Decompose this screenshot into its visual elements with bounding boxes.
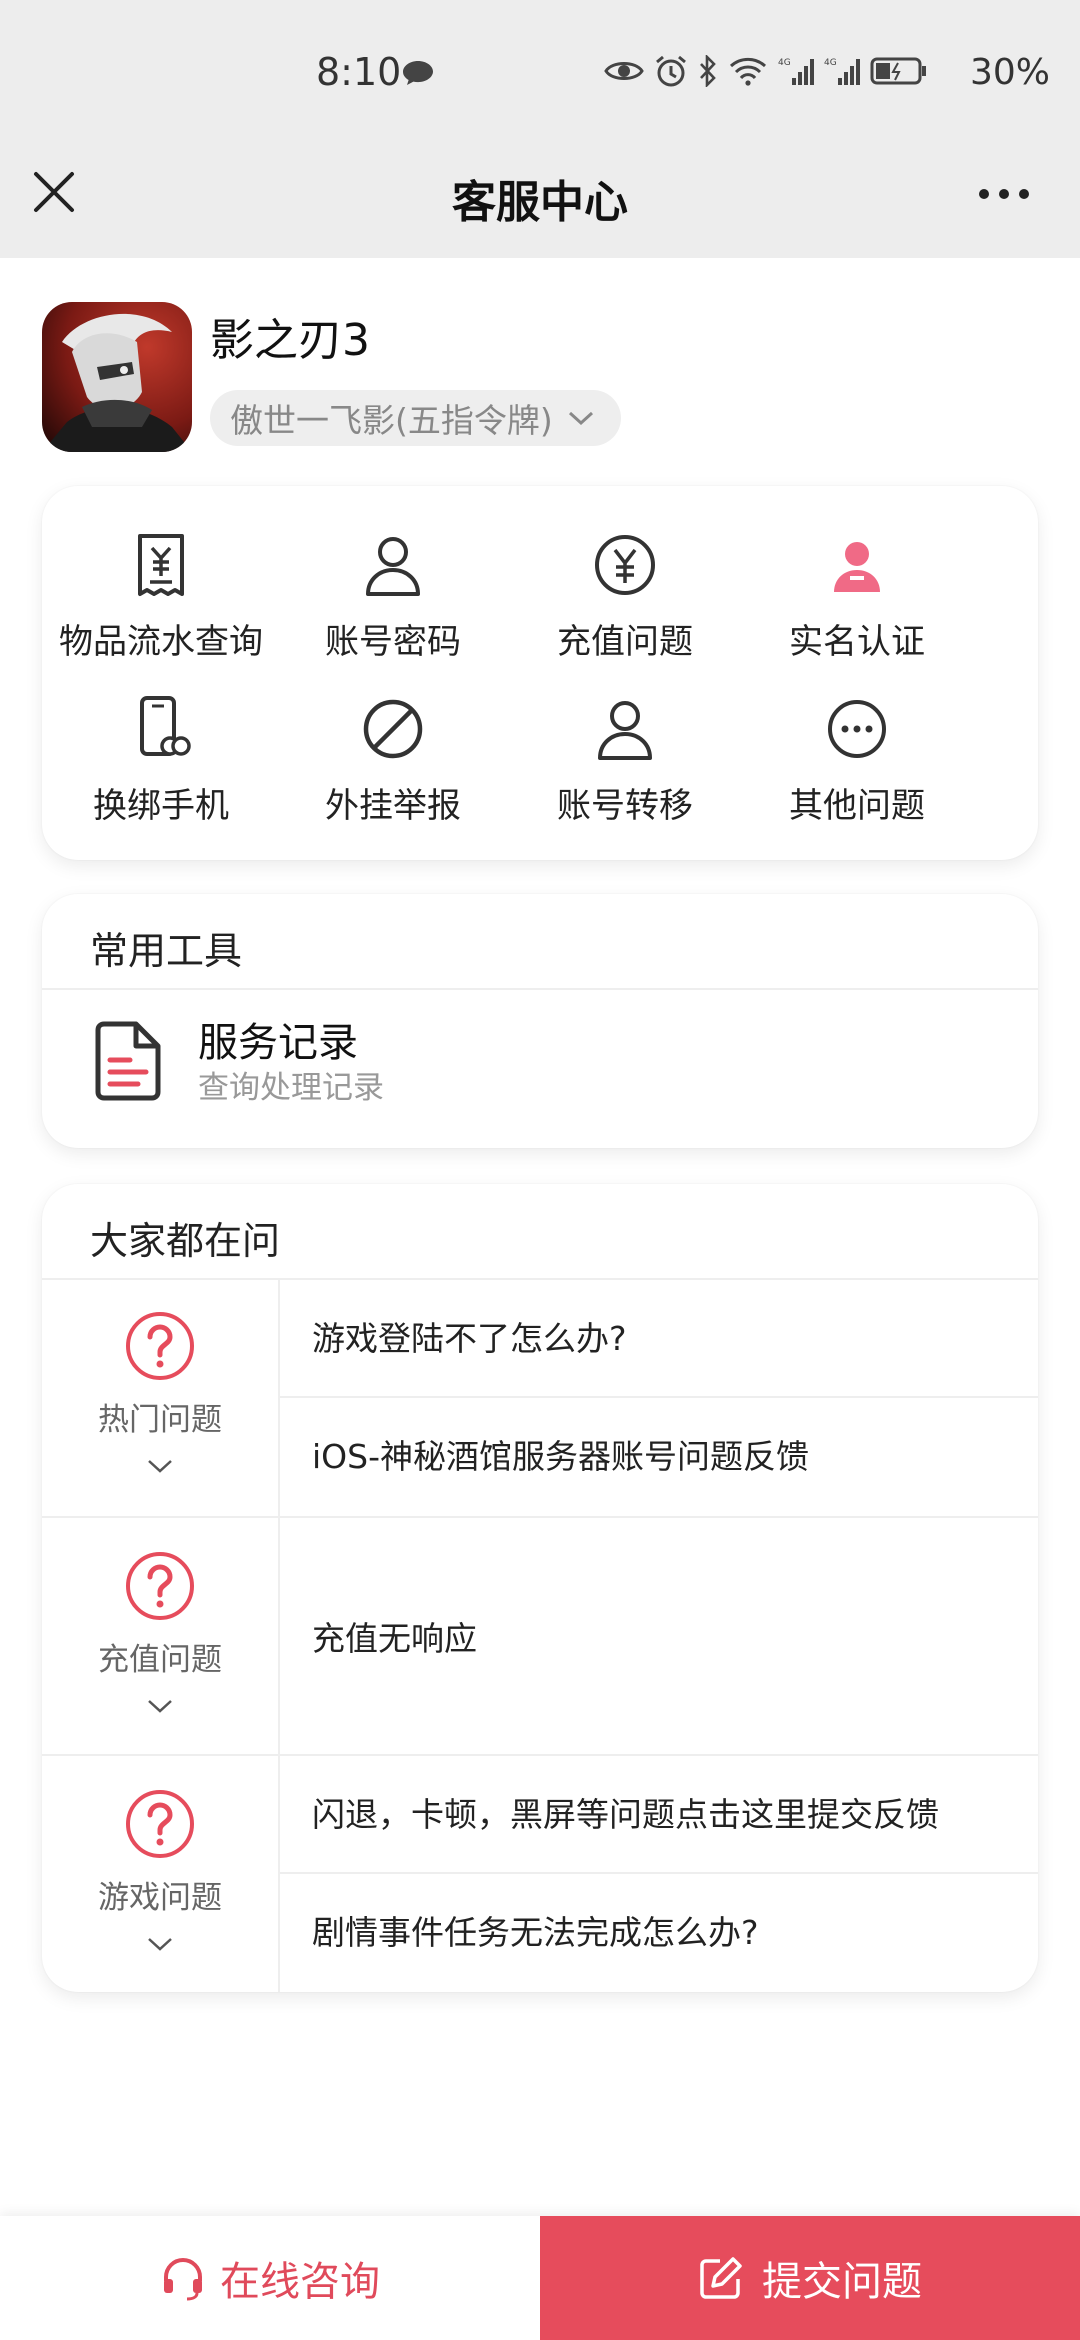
divider xyxy=(42,1278,1038,1280)
server-selector[interactable]: 傲世一飞影(五指令牌) xyxy=(210,390,621,446)
category-item-real-name[interactable]: 实名认证 xyxy=(742,530,972,663)
online-consult-label: 在线咨询 xyxy=(220,2259,380,2305)
category-grid: 物品流水查询 账号密码 充值问题 实名认证 换绑手机 外挂举报 账号转移 其他问… xyxy=(42,486,1038,860)
category-item-change-phone[interactable]: 换绑手机 xyxy=(46,694,276,827)
category-label: 其他问题 xyxy=(789,786,925,826)
document-icon xyxy=(95,1021,161,1101)
faq-group-recharge[interactable]: 充值问题 xyxy=(42,1550,278,1715)
faq-question[interactable]: 充值无响应 xyxy=(312,1612,477,1660)
battery-icon xyxy=(870,57,926,85)
alarm-icon xyxy=(656,55,686,87)
faq-group-label: 游戏问题 xyxy=(98,1880,222,1916)
receipt-icon xyxy=(138,534,184,596)
bluetooth-icon xyxy=(700,55,716,87)
game-name: 影之刃3 xyxy=(210,315,370,366)
status-icons: 4G 4G xyxy=(604,54,928,88)
category-item-item-log[interactable]: 物品流水查询 xyxy=(46,530,276,663)
bottom-action-bar: 在线咨询 提交问题 xyxy=(0,2216,1080,2340)
divider xyxy=(280,1872,1038,1874)
signal-4g-icon: 4G xyxy=(778,58,814,85)
question-icon xyxy=(126,1312,194,1380)
page-title: 客服中心 xyxy=(452,177,628,228)
category-label: 账号密码 xyxy=(325,622,461,662)
faq-title: 大家都在问 xyxy=(90,1219,281,1263)
top-bar: 8:10 4G 4G 30% 客服中心 xyxy=(0,0,1080,258)
chevron-down-icon xyxy=(568,411,593,426)
category-item-recharge[interactable]: 充值问题 xyxy=(510,530,740,663)
online-consult-button[interactable]: 在线咨询 xyxy=(0,2216,540,2340)
faq-group-game[interactable]: 游戏问题 xyxy=(42,1788,278,1953)
user-icon xyxy=(598,701,652,760)
category-label: 物品流水查询 xyxy=(59,622,263,662)
eye-icon xyxy=(604,62,644,80)
status-time: 8:10 xyxy=(316,50,402,94)
yen-icon xyxy=(595,535,655,595)
tools-card: 常用工具 服务记录 查询处理记录 xyxy=(42,894,1038,1148)
category-item-account-password[interactable]: 账号密码 xyxy=(278,530,508,663)
category-label: 充值问题 xyxy=(557,622,693,662)
more-icon[interactable] xyxy=(976,184,1032,204)
phone-link-icon xyxy=(140,696,191,756)
chevron-down-icon xyxy=(148,1460,172,1473)
faq-group-label: 充值问题 xyxy=(98,1642,222,1678)
chevron-down-icon xyxy=(148,1938,172,1951)
tool-title: 服务记录 xyxy=(198,1020,358,1066)
question-icon xyxy=(126,1552,194,1620)
svg-text:4G: 4G xyxy=(824,58,837,68)
game-avatar xyxy=(42,302,192,452)
faq-question[interactable]: 闪退，卡顿，黑屏等问题点击这里提交反馈 xyxy=(312,1788,939,1836)
vertical-divider xyxy=(278,1278,280,1992)
category-label: 实名认证 xyxy=(789,622,925,662)
category-item-cheat-report[interactable]: 外挂举报 xyxy=(278,694,508,827)
server-name: 傲世一飞影(五指令牌) xyxy=(230,401,553,440)
wifi-icon xyxy=(729,57,767,86)
category-label: 换绑手机 xyxy=(93,786,229,826)
ban-icon xyxy=(363,699,423,759)
faq-card: 大家都在问 热门问题 游戏登陆不了怎么办? iOS-神秘酒馆服务器账号问题反馈 … xyxy=(42,1184,1038,1992)
signal-4g-icon: 4G xyxy=(824,58,860,85)
faq-group-hot[interactable]: 热门问题 xyxy=(42,1310,278,1475)
category-item-account-transfer[interactable]: 账号转移 xyxy=(510,694,740,827)
divider xyxy=(42,988,1038,990)
tool-subtitle: 查询处理记录 xyxy=(198,1070,384,1106)
edit-icon xyxy=(700,2257,742,2299)
category-label: 外挂举报 xyxy=(325,786,461,826)
chevron-down-icon xyxy=(148,1700,172,1713)
id-user-icon xyxy=(834,542,880,592)
battery-percent: 30% xyxy=(970,52,1051,93)
category-label: 账号转移 xyxy=(557,786,693,826)
faq-question[interactable]: iOS-神秘酒馆服务器账号问题反馈 xyxy=(312,1430,809,1478)
divider xyxy=(42,1754,1038,1756)
user-icon xyxy=(366,537,420,596)
divider xyxy=(42,1516,1038,1518)
svg-text:4G: 4G xyxy=(778,58,791,68)
submit-question-button[interactable]: 提交问题 xyxy=(540,2216,1080,2340)
faq-question[interactable]: 游戏登陆不了怎么办? xyxy=(312,1312,627,1360)
faq-group-label: 热门问题 xyxy=(98,1402,222,1438)
faq-question[interactable]: 剧情事件任务无法完成怎么办? xyxy=(312,1906,759,1954)
question-icon xyxy=(126,1790,194,1858)
divider xyxy=(280,1396,1038,1398)
chat-bubble-icon xyxy=(403,61,433,85)
headset-icon xyxy=(164,2258,202,2301)
submit-question-label: 提交问题 xyxy=(762,2259,922,2305)
more-circle-icon xyxy=(828,700,886,758)
tools-title: 常用工具 xyxy=(90,929,243,973)
category-item-other[interactable]: 其他问题 xyxy=(742,694,972,827)
